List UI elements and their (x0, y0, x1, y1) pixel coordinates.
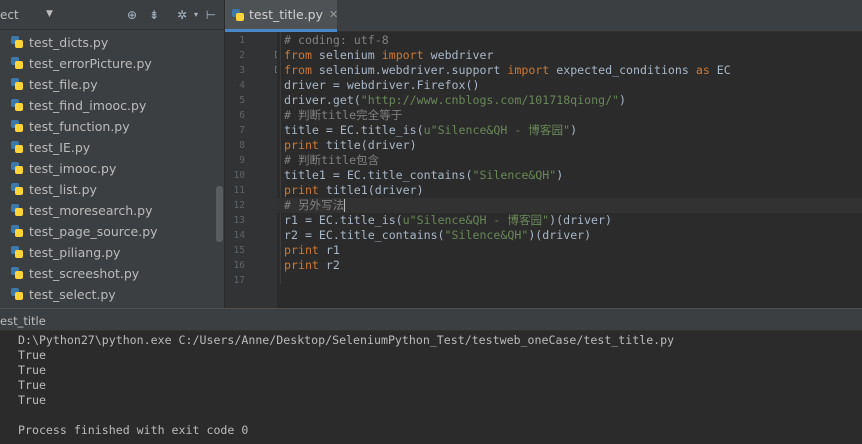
line-number: 3 (239, 65, 245, 76)
code-line: from selenium import webdriver (284, 48, 494, 62)
chevron-down-icon[interactable]: ▼ (46, 9, 53, 19)
line-number: 4 (239, 80, 245, 91)
line-number: 5 (239, 95, 245, 106)
file-item[interactable]: test_select.py (10, 284, 116, 304)
line-number-gutter: 1 2 3 4 5 6 7 8 9 10 11 12 13 14 15 16 1… (225, 32, 282, 308)
file-label: test_select.py (29, 286, 116, 302)
file-item[interactable]: test_list.py (10, 179, 97, 199)
console-line: True (18, 378, 46, 392)
line-number: 7 (239, 125, 245, 136)
line-number: 11 (233, 185, 245, 196)
pin-icon[interactable]: ⊢ (203, 7, 219, 23)
file-item[interactable]: test_find_imooc.py (10, 95, 146, 115)
file-item[interactable]: test_screeshot.py (10, 263, 139, 283)
code-line: print r2 (284, 258, 340, 272)
tab-label: test_title.py (249, 7, 323, 22)
file-item[interactable]: test_piliang.py (10, 242, 120, 262)
file-label: test_piliang.py (29, 244, 121, 260)
line-number: 17 (233, 275, 245, 286)
line-number: 13 (233, 215, 245, 226)
editor-tab-bar: test_title.py ✕ (225, 0, 862, 32)
file-item[interactable]: test_moresearch.py (10, 200, 152, 220)
code-line: # 判断title完全等于 (284, 108, 403, 122)
code-line: print title(driver) (284, 138, 417, 152)
file-item[interactable]: test_file.py (10, 74, 98, 94)
run-config-label[interactable]: est_title (0, 314, 46, 328)
file-label: test_file.py (29, 76, 98, 92)
file-label: test_page_source.py (29, 223, 158, 239)
line-number: 15 (233, 245, 245, 256)
code-line: print r1 (284, 243, 340, 257)
project-panel: ect ▼ ⊕ ⇟ ✲ ▾ ⊢ test_dicts.py test_error… (0, 0, 225, 308)
line-number: 1 (239, 35, 245, 46)
console-line: True (18, 363, 46, 377)
code-line: r2 = EC.title_contains("Silence&QH")(dri… (284, 228, 592, 242)
python-file-icon (10, 98, 24, 112)
console-line: True (18, 348, 46, 362)
file-label: test_IE.py (29, 139, 91, 155)
code-line: r1 = EC.title_is(u"Silence&QH - 博客园")(dr… (284, 213, 612, 227)
python-file-icon (10, 287, 24, 301)
file-label: test_find_imooc.py (29, 97, 147, 113)
collapse-icon[interactable]: ⇟ (146, 7, 162, 23)
target-icon[interactable]: ⊕ (124, 7, 140, 23)
file-item[interactable]: test_IE.py (10, 137, 90, 157)
project-toolbar: ect ▼ ⊕ ⇟ ✲ ▾ ⊢ (0, 0, 224, 30)
file-label: test_dicts.py (29, 34, 109, 50)
file-label: test_imooc.py (29, 160, 117, 176)
file-item[interactable]: test_imooc.py (10, 158, 116, 178)
file-label: test_list.py (29, 181, 97, 197)
code-line: title1 = EC.title_contains("Silence&QH") (284, 168, 564, 182)
python-file-icon (10, 56, 24, 70)
console-line: Process finished with exit code 0 (18, 423, 249, 437)
tab-test-title[interactable]: test_title.py ✕ (225, 0, 338, 32)
code-line: driver = webdriver.Firefox() (284, 78, 480, 92)
line-number: 10 (233, 170, 245, 181)
file-item[interactable]: test_page_source.py (10, 221, 158, 241)
close-icon[interactable]: ✕ (329, 8, 338, 21)
line-number: 9 (239, 155, 245, 166)
code-line: print title1(driver) (284, 183, 424, 197)
python-file-icon (10, 203, 24, 217)
code-line: from selenium.webdriver.support import e… (284, 63, 731, 77)
python-file-icon (10, 77, 24, 91)
code-line: title = EC.title_is(u"Silence&QH - 博客园") (284, 123, 578, 137)
python-file-icon (10, 266, 24, 280)
python-file-icon (10, 245, 24, 259)
code-line-current: # 另外写法 (277, 198, 862, 213)
indent-guide (280, 32, 281, 284)
line-number: 14 (233, 230, 245, 241)
console-line: True (18, 393, 46, 407)
python-file-icon (10, 119, 24, 133)
python-file-icon (10, 161, 24, 175)
python-file-icon (10, 182, 24, 196)
python-file-icon (10, 35, 24, 49)
python-file-icon (231, 8, 245, 22)
run-panel-header: est_title (0, 308, 862, 331)
line-number: 2 (239, 50, 245, 61)
run-console[interactable]: D:\Python27\python.exe C:/Users/Anne/Des… (0, 331, 862, 444)
code-line: # 判断title包含 (284, 153, 380, 167)
file-item[interactable]: test_function.py (10, 116, 130, 136)
file-label: test_errorPicture.py (29, 55, 152, 71)
python-file-icon (10, 140, 24, 154)
file-label: test_screeshot.py (29, 265, 140, 281)
line-number: 12 (233, 200, 245, 211)
file-label: test_moresearch.py (29, 202, 153, 218)
file-item[interactable]: test_dicts.py (10, 32, 108, 52)
code-line: # coding: utf-8 (284, 33, 389, 47)
text-caret (344, 199, 346, 212)
line-number: 8 (239, 140, 245, 151)
python-file-icon (10, 224, 24, 238)
line-number: 16 (233, 260, 245, 271)
project-view-title[interactable]: ect (0, 8, 19, 22)
file-item[interactable]: test_errorPicture.py (10, 53, 152, 73)
project-scrollbar[interactable] (216, 186, 223, 242)
console-line: D:\Python27\python.exe C:/Users/Anne/Des… (18, 333, 675, 347)
code-editor[interactable]: # coding: utf-8 from selenium import web… (277, 32, 862, 308)
code-line: driver.get("http://www.cnblogs.com/10171… (284, 93, 627, 107)
settings-dropdown-icon[interactable]: ▾ (188, 7, 204, 23)
file-label: test_function.py (29, 118, 130, 134)
line-number: 6 (239, 110, 245, 121)
